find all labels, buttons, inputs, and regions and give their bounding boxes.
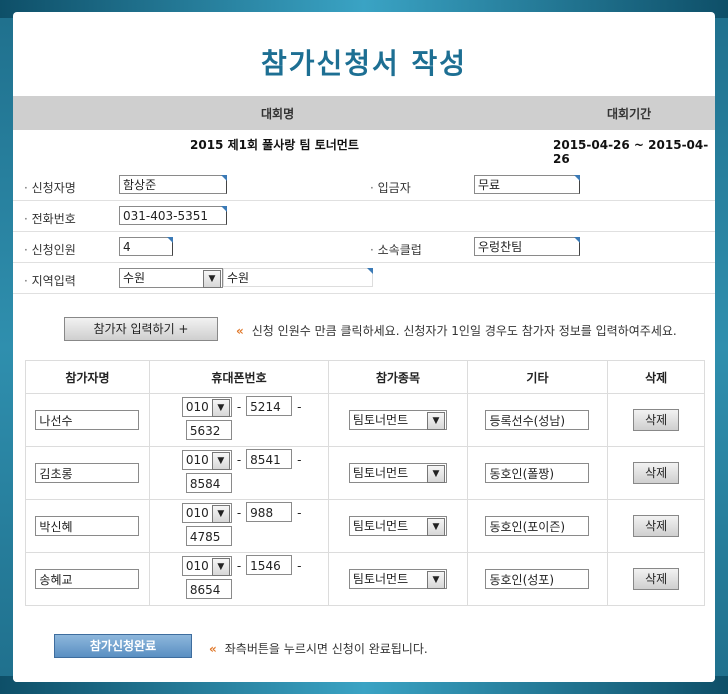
chevron-down-icon[interactable]: ▼: [426, 465, 445, 483]
chevron-down-icon[interactable]: ▼: [211, 505, 230, 523]
participant-table-header: 참가자명 휴대폰번호 참가종목 기타 삭제: [25, 360, 705, 394]
etc-input[interactable]: 동호인(성포): [485, 569, 590, 589]
phone-input[interactable]: 031-403-5351: [119, 206, 227, 225]
region-select-value: 수원: [123, 271, 146, 285]
participant-name-input[interactable]: 김초롱: [35, 463, 140, 483]
participant-name-input[interactable]: 박신혜: [35, 516, 140, 536]
chevron-down-icon[interactable]: ▼: [203, 270, 221, 288]
phone-prefix-select[interactable]: 010 ▼: [181, 450, 232, 470]
chevron-down-icon[interactable]: ▼: [426, 571, 445, 589]
phone-prefix-select[interactable]: 010 ▼: [181, 397, 232, 417]
add-participant-button[interactable]: 참가자 입력하기 +: [64, 317, 218, 341]
count-label: 신청인원: [24, 241, 76, 258]
competition-header: 대회명 대회기간: [13, 96, 715, 130]
etc-input[interactable]: 동호인(폴짱): [485, 463, 590, 483]
submit-button[interactable]: 참가신청완료: [54, 634, 192, 658]
double-chevron-left-icon: «: [236, 324, 244, 338]
club-input[interactable]: 우렁찬팀: [474, 237, 580, 256]
competition-row: 2015 제1회 풀사랑 팀 토너먼트 2015-04-26 ~ 2015-04…: [13, 130, 715, 170]
competition-period: 2015-04-26 ~ 2015-04-26: [553, 138, 709, 166]
form-panel: 참가신청서 작성 대회명 대회기간 2015 제1회 풀사랑 팀 토너먼트 20…: [13, 12, 715, 682]
form-row-count: 신청인원 4 소속클럽 우렁찬팀: [13, 232, 715, 263]
competition-period-header: 대회기간: [607, 107, 652, 121]
add-participant-hint: « 신청 인원수 만큼 클릭하세요. 신청자가 1인일 경우도 참가자 정보를 입…: [236, 322, 677, 339]
phone-last-input[interactable]: 4785: [185, 526, 232, 546]
competition-name-header: 대회명: [261, 107, 295, 121]
event-select[interactable]: 팀토너먼트 ▼: [348, 410, 447, 430]
chevron-down-icon[interactable]: ▼: [211, 452, 230, 470]
applicant-input[interactable]: 함상준: [119, 175, 227, 194]
col-event: 참가종목: [328, 360, 468, 394]
phone-middle-input[interactable]: 8541: [246, 449, 293, 469]
deposit-label: 입금자: [370, 179, 411, 196]
phone-prefix-select[interactable]: 010 ▼: [181, 556, 232, 576]
phone-prefix-select[interactable]: 010 ▼: [181, 503, 232, 523]
count-input[interactable]: 4: [119, 237, 173, 256]
delete-button[interactable]: 삭제: [633, 462, 680, 484]
participant-name-input[interactable]: 나선수: [35, 410, 140, 430]
table-row: 송혜교 010 ▼ -1546- 8654 팀토너먼트 ▼ 동호인(성포) 삭제: [25, 552, 705, 606]
etc-input[interactable]: 동호인(포이즌): [485, 516, 590, 536]
event-select[interactable]: 팀토너먼트 ▼: [348, 463, 447, 483]
chevron-down-icon[interactable]: ▼: [211, 399, 230, 417]
participant-name-input[interactable]: 송혜교: [35, 569, 140, 589]
add-participant-hint-text: 신청 인원수 만큼 클릭하세요. 신청자가 1인일 경우도 참가자 정보를 입력…: [251, 324, 677, 338]
chevron-down-icon[interactable]: ▼: [426, 412, 445, 430]
etc-input[interactable]: 등록선수(성남): [485, 410, 590, 430]
phone-last-input[interactable]: 8584: [185, 473, 232, 493]
phone-last-input[interactable]: 8654: [185, 579, 232, 599]
col-name: 참가자명: [25, 360, 150, 394]
phone-middle-input[interactable]: 1546: [246, 555, 293, 575]
competition-name: 2015 제1회 풀사랑 팀 토너먼트: [190, 138, 359, 152]
phone-label: 전화번호: [24, 210, 76, 227]
delete-button[interactable]: 삭제: [633, 409, 680, 431]
phone-last-input[interactable]: 5632: [185, 420, 232, 440]
phone-middle-input[interactable]: 988: [246, 502, 293, 522]
form-row-phone: 전화번호 031-403-5351: [13, 201, 715, 232]
delete-button[interactable]: 삭제: [633, 568, 680, 590]
region-select[interactable]: 수원 ▼: [119, 268, 223, 288]
submit-hint: « 좌측버튼을 누르시면 신청이 완료됩니다.: [209, 640, 428, 657]
table-row: 박신혜 010 ▼ -988- 4785 팀토너먼트 ▼ 동호인(포이즌) 삭제: [25, 499, 705, 553]
page-title: 참가신청서 작성: [260, 47, 468, 80]
region-label: 지역입력: [24, 272, 76, 289]
participant-table: 참가자명 휴대폰번호 참가종목 기타 삭제 나선수 010 ▼ -5214- 563…: [25, 360, 705, 606]
region-input[interactable]: 수원: [223, 268, 373, 287]
col-phone: 휴대폰번호: [148, 360, 330, 394]
col-etc: 기타: [466, 360, 609, 394]
submit-hint-text: 좌측버튼을 누르시면 신청이 완료됩니다.: [224, 642, 428, 656]
form-row-region: 지역입력 수원 ▼ 수원: [13, 263, 715, 294]
phone-middle-input[interactable]: 5214: [246, 396, 293, 416]
form-row-applicant: 신청자명 함상준 입금자 무료: [13, 170, 715, 201]
delete-button[interactable]: 삭제: [633, 515, 680, 537]
club-label: 소속클럽: [370, 241, 422, 258]
table-row: 나선수 010 ▼ -5214- 5632 팀토너먼트 ▼ 등록선수(성남) 삭제: [25, 393, 705, 447]
event-select[interactable]: 팀토너먼트 ▼: [348, 516, 447, 536]
deposit-input[interactable]: 무료: [474, 175, 580, 194]
double-chevron-left-icon: «: [209, 642, 217, 656]
col-delete: 삭제: [607, 360, 705, 394]
chevron-down-icon[interactable]: ▼: [426, 518, 445, 536]
event-select[interactable]: 팀토너먼트 ▼: [348, 569, 447, 589]
applicant-label: 신청자명: [24, 179, 76, 196]
chevron-down-icon[interactable]: ▼: [211, 558, 230, 576]
table-row: 김초롱 010 ▼ -8541- 8584 팀토너먼트 ▼ 동호인(폴짱) 삭제: [25, 446, 705, 500]
